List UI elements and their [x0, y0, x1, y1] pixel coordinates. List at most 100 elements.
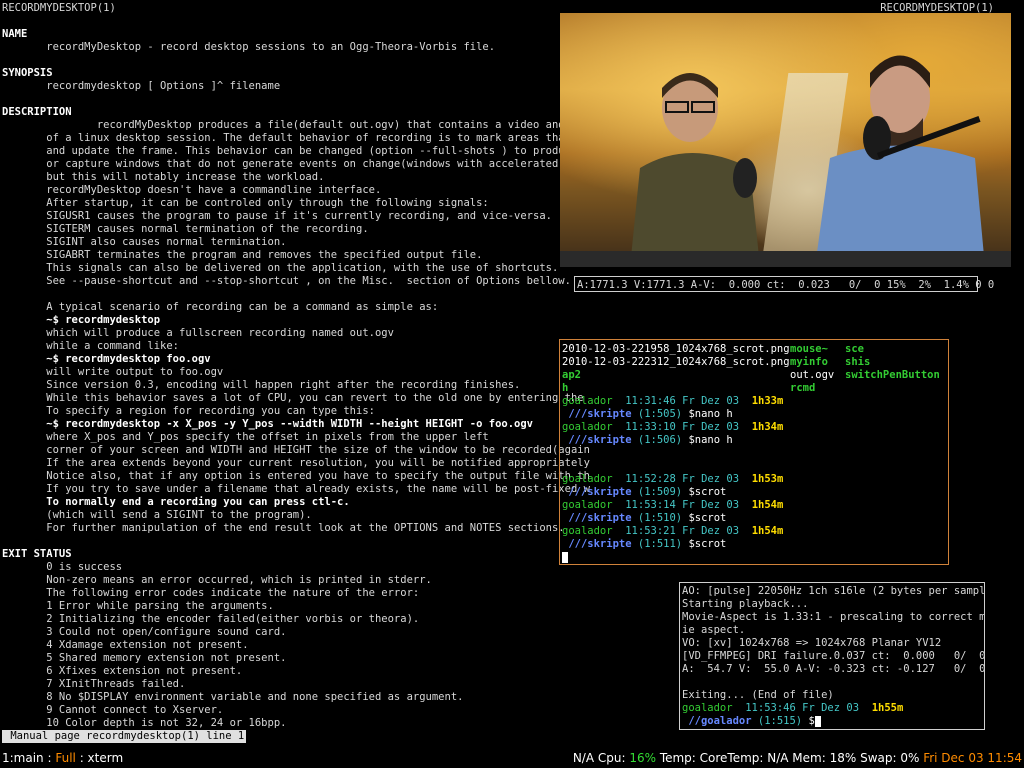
- prompt-part: (1:515): [751, 715, 803, 727]
- file-entry: out.ogv: [790, 369, 835, 381]
- file-entry: mouse~: [790, 343, 828, 355]
- cpu-value: 16%: [629, 751, 656, 765]
- prompt-hist: (1:506): [631, 434, 683, 446]
- man-line: See --pause-shortcut and --stop-shortcut…: [2, 275, 571, 287]
- man-line: If you try to save under a filename that…: [2, 483, 590, 495]
- prompt-path-line: ///skripte (1:505) $nano h: [562, 408, 733, 421]
- workspace-label[interactable]: 1:main: [2, 751, 44, 765]
- file-entry: h: [562, 382, 569, 394]
- window-title: xterm: [87, 751, 124, 765]
- xterm-mplayer-window[interactable]: AO: [pulse] 22050Hz 1ch s16le (2 bytes p…: [679, 582, 985, 730]
- mplayer-output-line: Movie-Aspect is 1.33:1 - prescaling to c…: [682, 611, 985, 623]
- file-entry: ap2: [562, 369, 581, 381]
- xterm-shell-window[interactable]: 2010-12-03-221958_1024x768_scrot.png mous…: [559, 339, 949, 565]
- prompt-line: goalador 11:33:10 Fr Dez 03 1h34m: [562, 421, 783, 434]
- prompt-date: Fr Dez 03: [682, 499, 740, 511]
- prompt-path-line[interactable]: //goalador (1:515) $: [682, 715, 821, 728]
- man-line: and update the frame. This behavior can …: [2, 145, 590, 157]
- prompt-part: [733, 702, 746, 714]
- prompt-path: ///skripte: [562, 434, 632, 446]
- prompt-path: ///skripte: [562, 538, 632, 550]
- mplayer-output-line: AO: [pulse] 22050Hz 1ch s16le (2 bytes p…: [682, 585, 985, 597]
- man-status-line: Manual page recordmydesktop(1) line 1: [2, 730, 247, 743]
- prompt-date: Fr Dez 03: [682, 395, 740, 407]
- prompt-user: goalador: [562, 525, 613, 537]
- prompt-cmd: $nano h: [682, 434, 733, 446]
- prompt-time: 11:33:10: [625, 421, 676, 433]
- prompt-path: ///skripte: [562, 486, 632, 498]
- prompt-part: //goalador: [682, 715, 752, 727]
- prompt-hist: (1:510): [631, 512, 683, 524]
- file-entry: sce: [845, 343, 864, 355]
- desk: [560, 251, 1011, 267]
- man-line: The following error codes indicate the n…: [2, 587, 420, 599]
- man-line: Notice also, that if any option is enter…: [2, 470, 590, 482]
- prompt-user: goalador: [562, 395, 613, 407]
- prompt-hist: (1:509): [631, 486, 683, 498]
- file-entry: switchPenButton: [845, 369, 940, 381]
- host-left-image: [630, 73, 760, 267]
- prompt-part: 11:53:46: [745, 702, 796, 714]
- man-line: 10 Color depth is not 32, 24 or 16bpp.: [2, 717, 287, 729]
- file-entry: 2010-12-03-222312_1024x768_scrot.png: [562, 356, 790, 368]
- file-entry: 2010-12-03-221958_1024x768_scrot.png: [562, 343, 790, 355]
- mplayer-status-bar: A:1771.3 V:1771.3 A-V: 0.000 ct: 0.023 0…: [574, 276, 994, 292]
- prompt-part: goalador: [682, 702, 733, 714]
- mplayer-output-line: Exiting... (End of file): [682, 689, 834, 701]
- man-line: While this behavior saves a lot of CPU, …: [2, 392, 584, 404]
- text-cursor[interactable]: [814, 715, 821, 727]
- man-line: SIGABRT terminates the program and remov…: [2, 249, 483, 261]
- man-line: 5 Shared memory extension not present.: [2, 652, 287, 664]
- man-line: or capture windows that do not generate …: [2, 158, 590, 170]
- man-line: 7 XInitThreads failed.: [2, 678, 186, 690]
- man-line: 0 is success: [2, 561, 123, 573]
- prompt-time: 11:53:14: [625, 499, 676, 511]
- prompt-path-line: ///skripte (1:506) $nano h: [562, 434, 733, 447]
- video-frame[interactable]: [560, 13, 1011, 267]
- man-line: recordMyDesktop produces a file(default …: [2, 119, 590, 131]
- man-line: recordmydesktop [ Options ]^ filename: [2, 80, 281, 92]
- prompt-dur: 1h54m: [751, 499, 784, 511]
- man-line: which will produce a fullscreen recordin…: [2, 327, 394, 339]
- man-line: but this will notably increase the workl…: [2, 171, 325, 183]
- prompt-cmd: $nano h: [682, 408, 733, 420]
- clock: Fri Dec 03 11:54: [923, 751, 1022, 765]
- man-line: recordMyDesktop - record desktop session…: [2, 41, 496, 53]
- prompt-line: goalador 11:53:21 Fr Dez 03 1h54m: [562, 525, 783, 538]
- prompt-line: goalador 11:53:46 Fr Dez 03 1h55m: [682, 702, 903, 715]
- prompt-line: goalador 11:52:28 Fr Dez 03 1h53m: [562, 473, 783, 486]
- panel-right: N/A Cpu: 16% Temp: CoreTemp: N/A Mem: 18…: [573, 748, 1022, 768]
- layout-label[interactable]: Full: [55, 751, 76, 765]
- man-line: After startup, it can be controled only …: [2, 197, 489, 209]
- prompt-path-line: ///skripte (1:509) $scrot: [562, 486, 726, 499]
- section-exit-status: EXIT STATUS: [2, 548, 72, 560]
- stats-rest: Temp: CoreTemp: N/A Mem: 18% Swap: 0%: [656, 751, 924, 765]
- man-line: recordMyDesktop doesn't have a commandli…: [2, 184, 382, 196]
- text-cursor[interactable]: [562, 551, 568, 564]
- prompt-line: goalador 11:53:14 Fr Dez 03 1h54m: [562, 499, 783, 512]
- prompt-date: Fr Dez 03: [682, 525, 740, 537]
- prompt-time: 11:52:28: [625, 473, 676, 485]
- prompt-dur: 1h33m: [751, 395, 784, 407]
- man-line: while a command like:: [2, 340, 180, 352]
- prompt-path: ///skripte: [562, 408, 632, 420]
- prompt-hist: (1:511): [631, 538, 683, 550]
- mplayer-output-line: A: 54.7 V: 55.0 A-V: -0.323 ct: -0.127 0…: [682, 663, 985, 675]
- file-entry: myinfo: [790, 356, 828, 368]
- prompt-time: 11:53:21: [625, 525, 676, 537]
- prompt-dur: 1h34m: [751, 421, 784, 433]
- man-line: SIGINT also causes normal termination.: [2, 236, 287, 248]
- man-line: If the area extends beyond your current …: [2, 457, 590, 469]
- prompt-cmd: $scrot: [682, 512, 727, 524]
- panel-separator: :: [43, 751, 56, 765]
- man-line: Since version 0.3, encoding will happen …: [2, 379, 521, 391]
- prompt-part: $: [802, 715, 815, 727]
- man-line: 4 Xdamage extension not present.: [2, 639, 249, 651]
- file-entry: rcmd: [790, 382, 816, 394]
